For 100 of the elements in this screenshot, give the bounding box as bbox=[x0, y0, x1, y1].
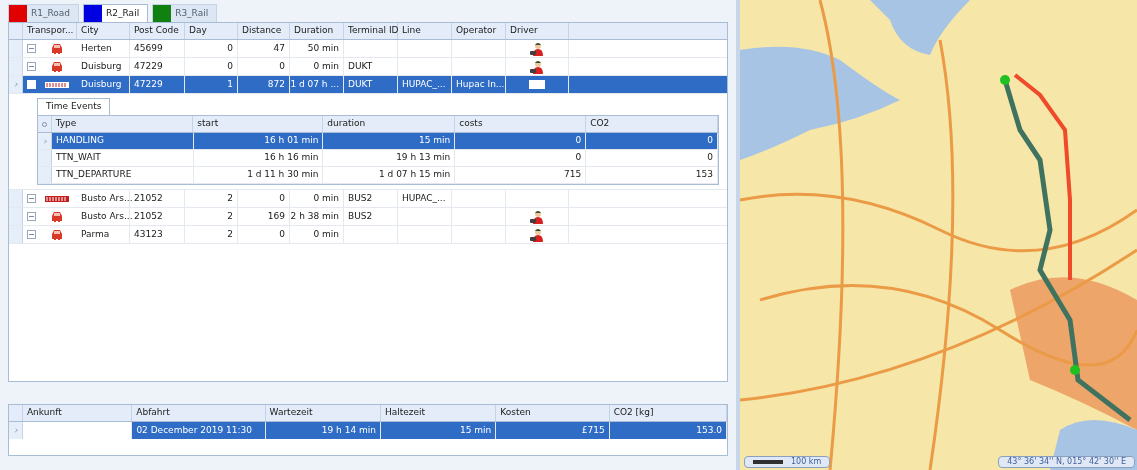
train-icon bbox=[45, 194, 69, 203]
column-header[interactable]: City bbox=[77, 23, 130, 39]
event-row[interactable]: TTN_DEPARTURE 1 d 11 h 30 min 1 d 07 h 15 min 715 153 bbox=[38, 167, 718, 184]
route-tab[interactable]: R1_Road bbox=[8, 4, 80, 22]
table-cell: TTN_DEPARTURE bbox=[56, 168, 132, 182]
table-cell-text: 15 min bbox=[460, 423, 492, 437]
table-cell: 1 d 07 h 15 min bbox=[378, 168, 451, 182]
table-cell-text: 0 bbox=[227, 41, 233, 55]
route-tab[interactable]: R2_Rail bbox=[83, 4, 149, 22]
table-cell: 0 bbox=[575, 134, 582, 148]
stop-row[interactable]: Duisburg 47229 1 872 1 d 07 h ... DUKT HUPAC_... Hupac In... bbox=[9, 76, 727, 94]
column-header[interactable]: Terminal ID bbox=[344, 23, 398, 39]
table-cell-text: Parma bbox=[81, 227, 110, 241]
column-header[interactable]: Haltezeit bbox=[380, 405, 497, 421]
stop-row[interactable]: Busto Ars...21052 2 169 2 h 38 min BUS2 bbox=[9, 208, 727, 226]
column-header[interactable]: Operator bbox=[452, 23, 506, 39]
table-cell-text: 0 bbox=[279, 59, 285, 73]
table-cell-text: 2 bbox=[227, 191, 233, 205]
column-header[interactable]: Post Code bbox=[130, 23, 185, 39]
stop-row[interactable]: Herten 45699 0 47 50 min bbox=[9, 40, 727, 58]
column-header[interactable]: Kosten bbox=[496, 405, 610, 421]
column-header[interactable]: Type bbox=[51, 116, 194, 132]
table-cell-text: 0 bbox=[227, 59, 233, 73]
expand-toggle[interactable] bbox=[27, 212, 36, 221]
expand-toggle[interactable] bbox=[27, 194, 36, 203]
column-header[interactable]: duration bbox=[323, 116, 456, 132]
table-cell: 1 d 11 h 30 min bbox=[247, 168, 319, 182]
table-cell-text: 43123 bbox=[134, 227, 163, 241]
table-cell-text: 1 bbox=[227, 77, 233, 91]
table-cell-text: Duisburg bbox=[81, 59, 122, 73]
table-cell-text: 872 bbox=[267, 77, 285, 91]
table-cell: 0 bbox=[707, 151, 713, 165]
column-header[interactable]: costs bbox=[455, 116, 587, 132]
column-header[interactable]: CO2 [kg] bbox=[609, 405, 727, 421]
table-cell: 715 bbox=[563, 168, 582, 182]
table-cell-text: 47 bbox=[273, 41, 285, 55]
column-header[interactable]: Transpor... bbox=[23, 23, 77, 39]
route-tab[interactable]: R3_Rail bbox=[152, 4, 218, 22]
expand-toggle[interactable] bbox=[27, 62, 36, 71]
table-cell-text: 0 bbox=[279, 191, 285, 205]
event-row[interactable]: HANDLING 16 h 01 min 15 min 0 0 bbox=[38, 133, 718, 150]
table-cell-text: Duisburg bbox=[81, 77, 122, 91]
table-cell: TTN_WAIT bbox=[56, 151, 101, 165]
table-cell-text: DUKT bbox=[348, 59, 373, 73]
expand-toggle[interactable] bbox=[27, 44, 36, 53]
table-cell: 0 bbox=[707, 134, 713, 148]
summary-row[interactable]: 02 December 2019 11:30 19 h 14 min 15 min £715 153.0 bbox=[9, 422, 727, 439]
column-header[interactable]: Duration bbox=[290, 23, 344, 39]
scale-bar: 100 km bbox=[744, 456, 831, 468]
column-header[interactable]: CO2 bbox=[586, 116, 719, 132]
event-row[interactable]: TTN_WAIT 16 h 16 min 19 h 13 min 0 0 bbox=[38, 150, 718, 167]
table-cell-text: 47229 bbox=[134, 77, 163, 91]
table-cell-text: 21052 bbox=[134, 209, 163, 223]
table-cell-text: 47229 bbox=[134, 59, 163, 73]
table-cell-text: Hupac In... bbox=[456, 77, 505, 91]
table-cell-text: 21052 bbox=[134, 191, 163, 205]
train-icon bbox=[45, 80, 69, 89]
table-cell: HANDLING bbox=[56, 134, 104, 148]
column-header[interactable]: Line bbox=[398, 23, 452, 39]
table-cell-text: Busto Ars... bbox=[81, 209, 133, 223]
car-icon bbox=[50, 228, 64, 241]
table-cell-text: Herten bbox=[81, 41, 112, 55]
car-icon bbox=[50, 210, 64, 223]
table-cell-text: 02 December 2019 11:30 bbox=[136, 423, 252, 437]
table-cell-text: 2 bbox=[227, 209, 233, 223]
table-cell-text: 50 min bbox=[307, 41, 339, 55]
column-header[interactable]: Wartezeit bbox=[265, 405, 381, 421]
table-cell-text: 2 bbox=[227, 227, 233, 241]
car-icon bbox=[50, 60, 64, 73]
table-cell-text: 45699 bbox=[134, 41, 163, 55]
table-cell-text: 169 bbox=[267, 209, 285, 223]
table-cell-text: HUPAC_... bbox=[402, 77, 446, 91]
table-cell: 15 min bbox=[419, 134, 451, 148]
column-header[interactable]: Abfahrt bbox=[132, 405, 266, 421]
table-cell: 0 bbox=[575, 151, 582, 165]
table-cell-text: HUPAC_... bbox=[402, 191, 446, 205]
table-cell-text: 19 h 14 min bbox=[321, 423, 376, 437]
table-cell-text: BUS2 bbox=[348, 191, 373, 205]
column-header[interactable]: Distance bbox=[238, 23, 290, 39]
column-header[interactable]: start bbox=[193, 116, 324, 132]
column-header[interactable]: Driver bbox=[506, 23, 569, 39]
table-cell-text: £715 bbox=[581, 423, 605, 437]
coordinates-label: 43° 36' 34'' N, 015° 42' 30'' E bbox=[998, 456, 1135, 468]
car-icon bbox=[50, 42, 64, 55]
table-cell-text: DUKT bbox=[348, 77, 373, 91]
table-cell-text: 0 bbox=[279, 227, 285, 241]
table-cell-text: BUS2 bbox=[348, 209, 373, 223]
table-cell-text: 0 min bbox=[313, 59, 339, 73]
column-header[interactable]: Ankunft bbox=[22, 405, 133, 421]
table-cell-text: 153.0 bbox=[696, 423, 722, 437]
table-cell: 16 h 16 min bbox=[264, 151, 319, 165]
stop-row[interactable]: Parma 43123 2 0 0 min bbox=[9, 226, 727, 244]
table-cell: 153 bbox=[695, 168, 713, 182]
table-cell-text: 2 h 38 min bbox=[290, 209, 339, 223]
stop-row[interactable]: Busto Ars...21052 2 0 0 min BUS2 HUPAC_... bbox=[9, 190, 727, 208]
driver-slot bbox=[529, 80, 545, 89]
time-events-tab[interactable]: Time Events bbox=[37, 98, 111, 115]
expand-toggle[interactable] bbox=[27, 230, 36, 239]
column-header[interactable]: Day bbox=[185, 23, 238, 39]
table-cell-text: 1 d 07 h ... bbox=[290, 77, 339, 91]
